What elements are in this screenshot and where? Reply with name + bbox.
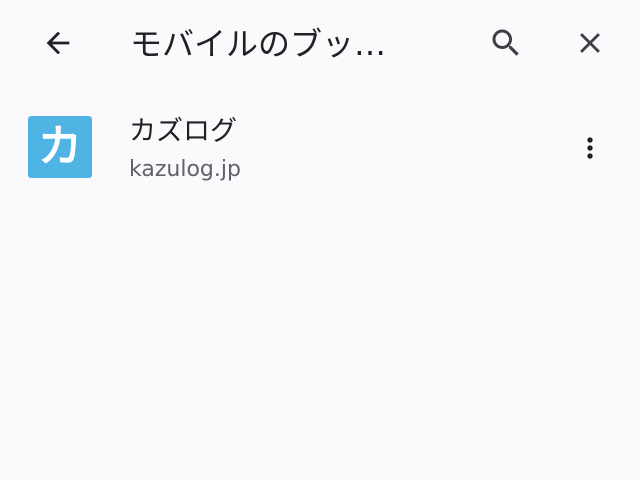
bookmark-item[interactable]: カ カズログ kazulog.jp [0,100,640,196]
favicon-glyph: カ [38,121,82,172]
site-favicon: カ [28,116,92,178]
bookmark-title: カズログ [129,116,237,147]
bookmark-url: kazulog.jp [129,157,241,182]
more-options-button[interactable] [562,120,618,176]
more-vert-icon [587,137,593,159]
top-app-bar: モバイルのブッ… [0,0,640,88]
arrow-back-icon [46,31,70,55]
search-icon [492,29,519,56]
search-button[interactable] [478,15,534,71]
back-button[interactable] [30,15,86,71]
close-button[interactable] [562,15,618,71]
page-title: モバイルのブッ… [130,25,387,63]
close-icon [580,33,600,53]
bookmark-list: カ カズログ kazulog.jp [0,100,640,196]
